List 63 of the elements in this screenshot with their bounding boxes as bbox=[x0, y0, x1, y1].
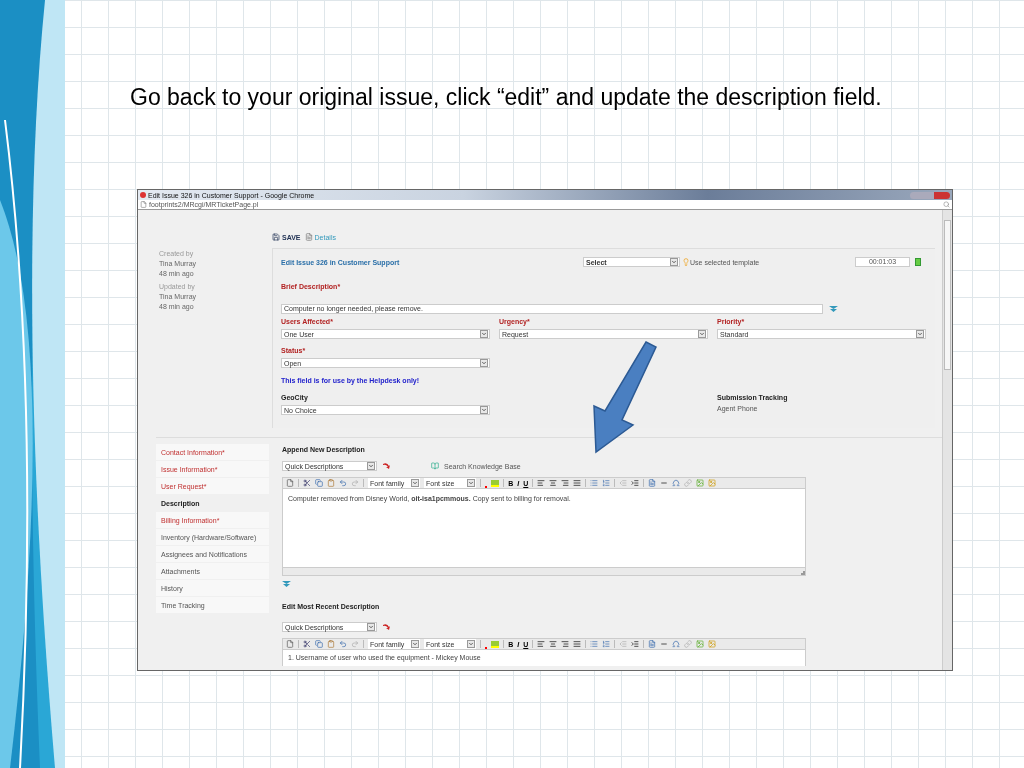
outdent-icon[interactable] bbox=[619, 640, 628, 648]
redo-icon[interactable] bbox=[351, 479, 359, 487]
horizontal-line-icon[interactable] bbox=[660, 479, 669, 487]
page-icon bbox=[140, 201, 147, 208]
bullet-list-icon[interactable] bbox=[590, 479, 599, 487]
undo-icon[interactable] bbox=[339, 479, 347, 487]
numbered-list-icon[interactable] bbox=[602, 479, 611, 487]
align-justify-icon[interactable] bbox=[573, 640, 582, 648]
link-icon[interactable] bbox=[684, 479, 693, 487]
dropdown-arrow-icon bbox=[367, 623, 375, 631]
media-icon[interactable] bbox=[708, 640, 717, 648]
dropdown-arrow-icon bbox=[916, 330, 924, 338]
horizontal-line-icon[interactable] bbox=[660, 640, 669, 648]
window-controls-icon[interactable] bbox=[910, 191, 950, 199]
link-icon[interactable] bbox=[684, 640, 693, 648]
lightbulb-icon bbox=[682, 258, 690, 266]
redo-icon[interactable] bbox=[351, 640, 359, 648]
indent-icon[interactable] bbox=[631, 479, 640, 487]
resize-handle-icon[interactable] bbox=[800, 570, 805, 575]
curved-arrow-icon[interactable] bbox=[382, 623, 391, 631]
highlight-icon[interactable] bbox=[491, 640, 500, 648]
numbered-list-icon[interactable] bbox=[602, 640, 611, 648]
align-right-icon[interactable] bbox=[561, 479, 570, 487]
document-icon bbox=[304, 233, 313, 241]
omega-icon[interactable] bbox=[672, 479, 681, 487]
browser-icon bbox=[140, 192, 146, 198]
dropdown-arrow-icon bbox=[480, 330, 488, 338]
copy-icon[interactable] bbox=[315, 640, 323, 648]
cut-icon[interactable] bbox=[303, 479, 311, 487]
image-icon[interactable] bbox=[696, 479, 705, 487]
outdent-icon[interactable] bbox=[619, 479, 628, 487]
align-left-icon[interactable] bbox=[537, 640, 546, 648]
align-center-icon[interactable] bbox=[549, 640, 558, 648]
expand-icon[interactable] bbox=[282, 581, 291, 587]
omega-icon[interactable] bbox=[672, 640, 681, 648]
dropdown-arrow-icon bbox=[367, 462, 375, 470]
align-left-icon[interactable] bbox=[537, 479, 546, 487]
scrollbar[interactable] bbox=[942, 210, 952, 670]
align-right-icon[interactable] bbox=[561, 640, 570, 648]
align-justify-icon[interactable] bbox=[573, 479, 582, 487]
paste-icon[interactable] bbox=[327, 479, 335, 487]
media-icon[interactable] bbox=[708, 479, 717, 487]
bullet-list-icon[interactable] bbox=[590, 640, 599, 648]
expand-icon[interactable] bbox=[829, 306, 838, 312]
undo-icon[interactable] bbox=[339, 640, 347, 648]
align-center-icon[interactable] bbox=[549, 479, 558, 487]
cut-icon[interactable] bbox=[303, 640, 311, 648]
dropdown-arrow-icon bbox=[480, 406, 488, 414]
dropdown-arrow-icon bbox=[698, 330, 706, 338]
copy-icon[interactable] bbox=[315, 479, 323, 487]
indent-icon[interactable] bbox=[631, 640, 640, 648]
dropdown-arrow-icon bbox=[670, 258, 678, 266]
paste-icon[interactable] bbox=[327, 640, 335, 648]
highlight-icon[interactable] bbox=[491, 479, 500, 487]
new-document-icon[interactable] bbox=[286, 479, 294, 487]
search-icon[interactable] bbox=[943, 201, 950, 208]
image-icon[interactable] bbox=[696, 640, 705, 648]
scrollbar-thumb[interactable] bbox=[944, 220, 951, 370]
curved-arrow-icon[interactable] bbox=[382, 462, 391, 470]
book-icon bbox=[431, 462, 439, 470]
slide-title: Go back to your original issue, click “edit” and update the description field. bbox=[130, 86, 883, 109]
dropdown-arrow-icon bbox=[480, 359, 488, 367]
new-document-icon[interactable] bbox=[286, 640, 294, 648]
